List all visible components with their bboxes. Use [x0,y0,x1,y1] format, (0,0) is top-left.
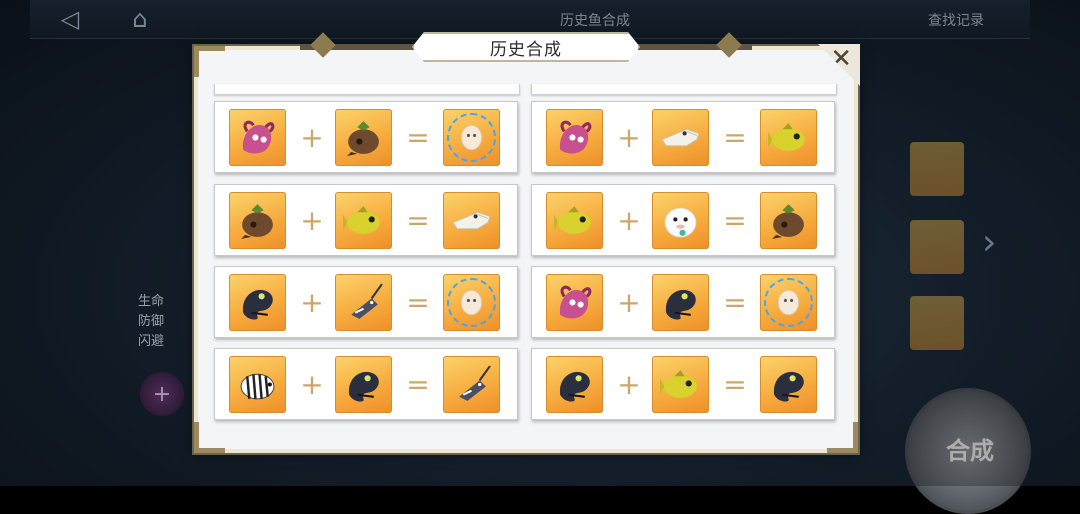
ingredient-a-slot[interactable] [229,109,286,166]
equals-icon: = [406,286,430,319]
white-seal-icon [660,200,701,241]
result-slot[interactable] [443,192,500,249]
yellow-wrasse-icon [660,364,701,405]
result-slot[interactable] [760,192,817,249]
ingredient-a-slot[interactable] [546,192,603,249]
result-slot[interactable] [760,274,817,331]
banner-ornament [310,32,336,58]
coconut-fish-icon [768,200,809,241]
scrolled-card-edge [531,84,837,95]
ingredient-a-slot[interactable] [229,356,286,413]
equals-icon: = [723,368,747,401]
pink-squid-icon [554,117,595,158]
recipe-card[interactable]: + = [531,101,835,173]
ingredient-b-slot[interactable] [335,109,392,166]
yellow-wrasse-icon [768,117,809,158]
frame-corner [827,422,858,453]
recipe-card[interactable]: + = [214,101,518,173]
ingredient-b-slot[interactable] [652,274,709,331]
result-slot[interactable] [760,109,817,166]
recipe-card[interactable]: + = [531,266,835,338]
yellow-wrasse-icon [343,200,384,241]
cotton-puff-icon [451,117,492,158]
plus-icon: + [617,121,641,154]
black-eel-icon [237,282,278,323]
zebra-fish-icon [237,364,278,405]
ingredient-b-slot[interactable] [652,109,709,166]
dialog-title-plate: 历史合成 [412,32,640,62]
frame-corner [194,46,225,77]
swordfish-icon [451,364,492,405]
ingredient-a-slot[interactable] [546,109,603,166]
recipe-card[interactable]: + = [214,266,518,338]
equals-icon: = [406,368,430,401]
equals-icon: = [723,204,747,237]
equals-icon: = [723,121,747,154]
ingredient-a-slot[interactable] [229,274,286,331]
black-eel-icon [554,364,595,405]
coconut-fish-icon [237,200,278,241]
ingredient-a-slot[interactable] [229,192,286,249]
plus-icon: + [300,286,324,319]
ingredient-b-slot[interactable] [335,192,392,249]
ingredient-b-slot[interactable] [335,274,392,331]
result-slot[interactable] [443,356,500,413]
equals-icon: = [723,286,747,319]
ingredient-b-slot[interactable] [335,356,392,413]
result-slot[interactable] [443,274,500,331]
ingredient-a-slot[interactable] [546,356,603,413]
white-crocodile-icon [451,200,492,241]
plus-icon: + [300,204,324,237]
scrolled-card-edge [214,84,520,95]
dialog-title-banner: 历史合成 [300,30,752,64]
swordfish-icon [343,282,384,323]
result-slot[interactable] [760,356,817,413]
ingredient-b-slot[interactable] [652,192,709,249]
plus-icon: + [617,204,641,237]
ingredient-b-slot[interactable] [652,356,709,413]
recipe-card[interactable]: + = [214,348,518,420]
pink-squid-icon [554,282,595,323]
white-crocodile-icon [660,117,701,158]
frame-corner [194,422,225,453]
recipe-card[interactable]: + = [531,348,835,420]
cotton-puff-icon [768,282,809,323]
equals-icon: = [406,121,430,154]
cotton-puff-icon [451,282,492,323]
black-eel-icon [660,282,701,323]
plus-icon: + [300,368,324,401]
plus-icon: + [617,286,641,319]
pink-squid-icon [237,117,278,158]
recipe-card[interactable]: + = [214,184,518,256]
result-slot[interactable] [443,109,500,166]
black-eel-icon [343,364,384,405]
banner-ornament [716,32,742,58]
plus-icon: + [617,368,641,401]
dialog-title: 历史合成 [490,39,562,60]
equals-icon: = [406,204,430,237]
coconut-fish-icon [343,117,384,158]
plus-icon: + [300,121,324,154]
black-eel-icon [768,364,809,405]
ingredient-a-slot[interactable] [546,274,603,331]
yellow-wrasse-icon [554,200,595,241]
recipe-card[interactable]: + = [531,184,835,256]
